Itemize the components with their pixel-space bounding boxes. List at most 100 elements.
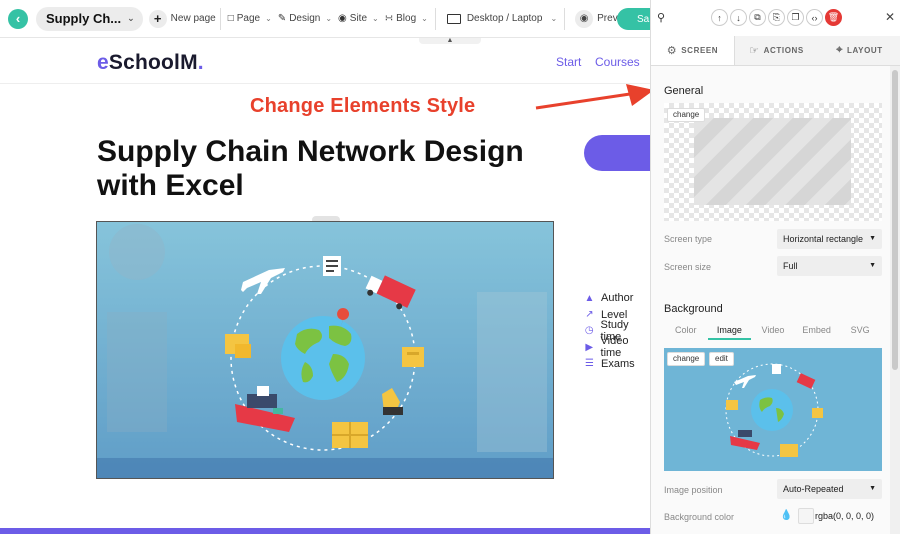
tab-screen[interactable]: ⚙ SCREEN: [651, 36, 735, 65]
back-button[interactable]: ‹: [8, 8, 28, 29]
bg-tab-video[interactable]: Video: [751, 322, 795, 340]
background-image-preview[interactable]: change edit: [664, 348, 882, 471]
change-bg-image-button[interactable]: change: [667, 352, 706, 366]
panel-tabs: ⚙ SCREEN ☞ ACTIONS ⌖ LAYOUT: [651, 36, 900, 66]
screen-type-select[interactable]: Horizontal rectangle ▼: [777, 229, 882, 249]
copy-icon: ⧉: [754, 12, 761, 22]
meta-author: ▲ Author: [584, 290, 650, 306]
play-icon: ▶: [585, 341, 594, 353]
nav-courses-link[interactable]: Courses: [595, 55, 640, 69]
screen-size-select[interactable]: Full ▼: [777, 256, 882, 276]
tab-actions-label: ACTIONS: [763, 46, 804, 55]
clock-icon: ◷: [584, 325, 594, 337]
menu-design[interactable]: ✎ Design ⌄: [275, 13, 335, 24]
properties-panel: ⚲ ↑ ↓ ⧉ ⎘ ❐ ‹› 🗑 ✕ ⚙ SCREEN ☞ ACTIONS ⌖ LAY…: [650, 0, 900, 534]
plus-icon: +: [148, 9, 167, 28]
chevron-left-icon: ‹: [15, 11, 21, 26]
page-icon: □: [227, 13, 234, 24]
tab-layout-label: LAYOUT: [847, 46, 883, 55]
section-handle[interactable]: ▲: [419, 38, 481, 44]
image-position-select[interactable]: Auto-Repeated ▼: [777, 479, 882, 499]
menu-page[interactable]: □ Page ⌄: [225, 13, 275, 24]
device-selector[interactable]: Desktop / Laptop ⌄: [444, 13, 560, 24]
globe-icon: ◉: [338, 13, 347, 24]
copy-button[interactable]: ⧉: [749, 9, 766, 26]
trash-icon: 🗑: [827, 12, 840, 22]
close-icon[interactable]: ✕: [885, 10, 895, 24]
duplicate-icon: ❐: [791, 12, 800, 22]
device-label: Desktop / Laptop: [466, 13, 543, 24]
course-title[interactable]: Supply Chain Network Design with Excel: [97, 135, 567, 203]
logo-main: SchoolM: [108, 51, 198, 74]
save-label: Sa: [637, 13, 650, 25]
chevron-down-icon: ⌄: [550, 14, 558, 23]
bg-color-label: Background color: [664, 512, 735, 522]
menu-blog[interactable]: ∺ Blog ⌄: [382, 13, 431, 24]
screen-size-label: Screen size: [664, 262, 712, 272]
page-title-dropdown[interactable]: Supply Ch... ⌄: [36, 6, 143, 31]
delete-button[interactable]: 🗑: [825, 9, 842, 26]
bg-tab-svg[interactable]: SVG: [838, 322, 882, 340]
caret-down-icon: ▼: [869, 235, 876, 242]
screen-size-value: Full: [783, 261, 798, 271]
change-image-button[interactable]: change: [667, 108, 706, 122]
bg-tab-image[interactable]: Image: [707, 322, 752, 340]
paste-button[interactable]: ⎘: [768, 9, 785, 26]
new-page-button[interactable]: + New page: [148, 9, 216, 28]
background-section-title: Background: [664, 303, 723, 315]
meta-exams-label: Exams: [601, 357, 635, 370]
bg-color-swatch[interactable]: [798, 508, 814, 524]
move-up-button[interactable]: ↑: [711, 9, 728, 26]
arrow-down-icon: ↓: [736, 12, 741, 23]
menu-site[interactable]: ◉ Site ⌄: [335, 13, 382, 24]
move-down-button[interactable]: ↓: [730, 9, 747, 26]
pin-icon[interactable]: ⚲: [657, 11, 665, 24]
element-tools: ↑ ↓ ⧉ ⎘ ❐ ‹› 🗑: [711, 9, 842, 26]
caret-down-icon: ▼: [869, 485, 876, 492]
general-section-title: General: [664, 85, 704, 97]
chevron-down-icon: ⌄: [325, 14, 333, 23]
caret-down-icon: ▼: [869, 262, 876, 269]
nav-start-link[interactable]: Start: [556, 55, 581, 69]
chevron-down-icon: ⌄: [372, 14, 379, 23]
monitor-icon: [446, 13, 461, 24]
paste-icon: ⎘: [772, 12, 781, 22]
enroll-button[interactable]: [584, 135, 650, 171]
divider: [219, 7, 221, 30]
image-placeholder: [694, 118, 851, 205]
background-thumbnail: [664, 348, 882, 471]
image-position-value: Auto-Repeated: [783, 484, 844, 494]
menu-page-label: Page: [236, 13, 261, 24]
panel-scrollbar[interactable]: [890, 66, 900, 534]
site-logo[interactable]: eSchoolM.: [97, 51, 204, 75]
bg-color-value[interactable]: rgba(0, 0, 0, 0): [815, 511, 874, 521]
bg-tab-embed[interactable]: Embed: [795, 322, 839, 340]
edit-bg-image-button[interactable]: edit: [709, 352, 734, 366]
logo-prefix: e: [97, 51, 109, 74]
droplet-icon[interactable]: 💧: [780, 510, 792, 521]
screen-image-preview[interactable]: change: [664, 103, 882, 221]
image-position-label: Image position: [664, 485, 723, 495]
background-type-tabs: Color Image Video Embed SVG: [664, 322, 882, 340]
scrollbar-thumb[interactable]: [892, 70, 898, 370]
screen-type-label: Screen type: [664, 234, 713, 244]
course-meta-list: ▲ Author ↗ Level ◷ Study time ▶ Video time ☰…: [584, 290, 650, 372]
bg-tab-color[interactable]: Color: [664, 322, 708, 340]
site-header[interactable]: ▲ eSchoolM. Start Courses: [0, 38, 650, 84]
meta-video-time: ▶ Video time: [584, 335, 650, 359]
tab-layout[interactable]: ⌖ LAYOUT: [818, 36, 900, 65]
list-icon: ☰: [585, 358, 594, 370]
chevron-down-icon: ⌄: [127, 13, 135, 23]
menu-design-label: Design: [289, 13, 321, 24]
duplicate-button[interactable]: ❐: [787, 9, 804, 26]
gear-icon: ⚙: [666, 45, 678, 57]
code-icon: ‹›: [811, 12, 818, 23]
new-page-label: New page: [170, 13, 216, 24]
tab-actions[interactable]: ☞ ACTIONS: [735, 36, 818, 65]
menu-site-label: Site: [349, 13, 368, 24]
logo-suffix: .: [197, 51, 204, 74]
course-image[interactable]: [96, 221, 554, 479]
chevron-down-icon: ⌄: [265, 14, 272, 23]
code-button[interactable]: ‹›: [806, 9, 823, 26]
crop-icon: ⌖: [836, 44, 844, 56]
